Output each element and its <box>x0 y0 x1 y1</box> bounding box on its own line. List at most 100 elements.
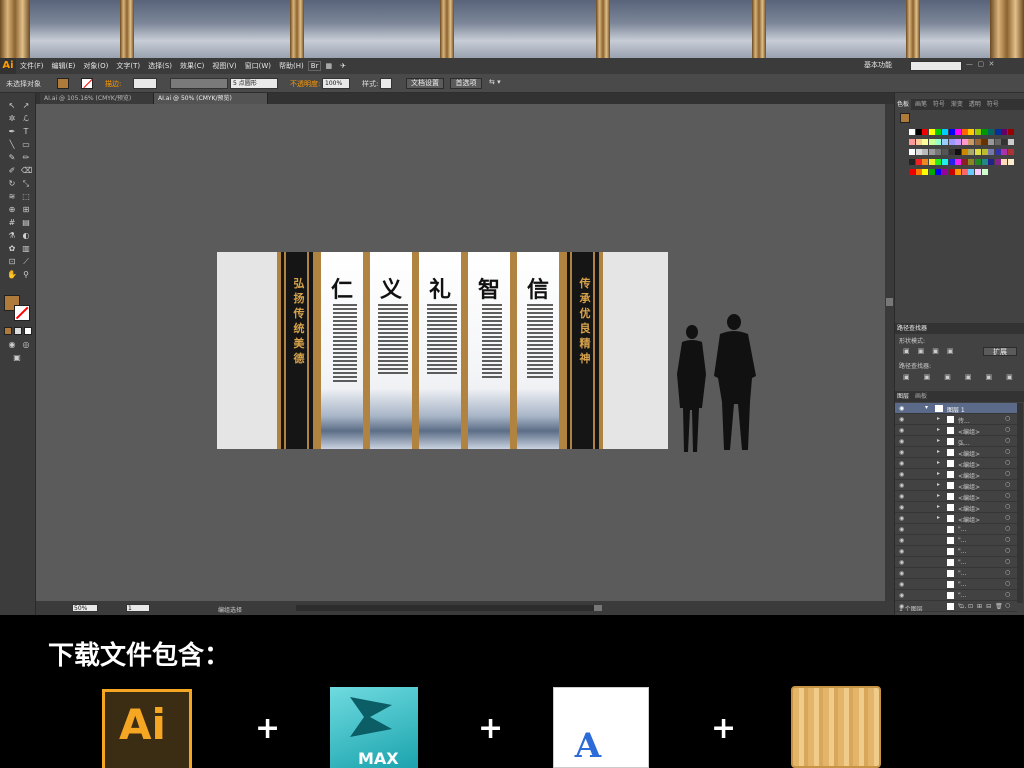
expand-arrow-icon[interactable]: ▸ <box>937 470 940 477</box>
color-swatch[interactable] <box>928 129 935 135</box>
stroke-swatch[interactable] <box>81 78 93 89</box>
color-swatch[interactable] <box>968 149 975 155</box>
menu-view[interactable]: 视图(V) <box>208 61 240 71</box>
target-circle-icon[interactable]: ○ <box>1005 459 1010 466</box>
color-swatch[interactable] <box>922 159 929 165</box>
color-swatch[interactable] <box>975 149 981 155</box>
workspace-switcher[interactable]: 基本功能 <box>864 60 892 70</box>
layer-row[interactable]: ◉ ▸ <编组> ○ <box>895 458 1017 469</box>
perspective-grid-icon[interactable]: ⊞ <box>21 205 31 215</box>
visibility-eye-icon[interactable]: ◉ <box>899 427 904 434</box>
pen-tool-icon[interactable]: ✒ <box>7 127 17 137</box>
visibility-eye-icon[interactable]: ◉ <box>899 405 904 412</box>
gpu-icon[interactable]: ✈ <box>336 62 350 70</box>
tab-artboards[interactable]: 画板 <box>913 391 929 402</box>
tab-layers[interactable]: 图层 <box>895 391 911 402</box>
color-swatch[interactable] <box>915 159 922 165</box>
color-swatch[interactable] <box>961 129 968 135</box>
color-swatch[interactable] <box>935 139 942 145</box>
expand-arrow-icon[interactable]: ▸ <box>937 514 940 521</box>
opacity-label[interactable]: 不透明度: <box>290 79 320 90</box>
color-swatch[interactable] <box>935 159 942 165</box>
color-swatch[interactable] <box>955 149 962 155</box>
visibility-eye-icon[interactable]: ◉ <box>899 482 904 489</box>
visibility-eye-icon[interactable]: ◉ <box>899 438 904 445</box>
layer-row[interactable]: ◉ "... ○ <box>895 601 1017 612</box>
screen-mode-icon[interactable]: ▣ <box>12 353 22 363</box>
layer-row[interactable]: ◉ ▸ 弘... ○ <box>895 436 1017 447</box>
color-swatch[interactable] <box>1008 129 1014 135</box>
symbol-sprayer-icon[interactable]: ✿ <box>7 244 17 254</box>
color-swatch[interactable] <box>1001 129 1008 135</box>
color-swatch[interactable] <box>961 139 968 145</box>
layer-row[interactable]: ◉ ▸ <编组> ○ <box>895 513 1017 524</box>
target-circle-icon[interactable]: ○ <box>1005 503 1010 510</box>
color-mode-icon[interactable] <box>4 327 12 335</box>
artboard-tool-icon[interactable]: ⊡ <box>7 257 17 267</box>
color-swatch[interactable] <box>915 169 922 175</box>
tab-transparency[interactable]: 透明 <box>967 99 983 110</box>
color-swatch[interactable] <box>928 169 935 175</box>
shape-mode-icons[interactable]: ▣▣▣▣ <box>903 347 961 355</box>
zoom-tool-icon[interactable]: ⚲ <box>21 270 31 280</box>
stroke-color-box[interactable] <box>14 305 30 321</box>
color-swatch[interactable] <box>981 159 988 165</box>
expand-arrow-icon[interactable]: ▸ <box>937 481 940 488</box>
color-swatch[interactable] <box>915 149 922 155</box>
opacity-input[interactable]: 100% <box>322 78 350 89</box>
layer-row[interactable]: ◉ "... ○ <box>895 557 1017 568</box>
free-transform-icon[interactable]: ⬚ <box>21 192 31 202</box>
canvas-area[interactable]: 弘扬传统美德 仁 义 礼 智 信 传承优良精神 <box>36 104 885 601</box>
color-swatch[interactable] <box>968 129 975 135</box>
color-swatch[interactable] <box>909 139 915 145</box>
layer-row[interactable]: ◉ ▸ 传... ○ <box>895 414 1017 425</box>
visibility-eye-icon[interactable]: ◉ <box>899 603 904 610</box>
color-swatch[interactable] <box>968 139 975 145</box>
line-tool-icon[interactable]: ╲ <box>7 140 17 150</box>
tab-document-1[interactable]: AI.ai @ 105.16% (CMYK/预览) <box>40 93 154 104</box>
color-swatch[interactable] <box>994 159 1001 165</box>
menu-help[interactable]: 帮助(H) <box>275 61 308 71</box>
pathfinder-title[interactable]: 路径查找器 <box>895 323 929 334</box>
layer-row[interactable]: ◉ "... ○ <box>895 535 1017 546</box>
shape-builder-icon[interactable]: ⊕ <box>7 205 17 215</box>
color-swatch[interactable] <box>961 149 968 155</box>
color-swatch[interactable] <box>1008 159 1014 165</box>
visibility-eye-icon[interactable]: ◉ <box>899 471 904 478</box>
color-swatch[interactable] <box>975 159 981 165</box>
color-swatch[interactable] <box>942 129 948 135</box>
target-circle-icon[interactable]: ○ <box>1005 448 1010 455</box>
layer-row[interactable]: ◉ ▸ <编组> ○ <box>895 425 1017 436</box>
color-swatch[interactable] <box>909 129 915 135</box>
color-swatch[interactable] <box>922 139 929 145</box>
color-swatch[interactable] <box>981 169 988 175</box>
color-swatch[interactable] <box>994 129 1001 135</box>
variable-width-select[interactable] <box>170 78 228 89</box>
color-swatch[interactable] <box>942 159 948 165</box>
color-swatch[interactable] <box>968 169 975 175</box>
selection-tool-icon[interactable]: ↖ <box>7 101 17 111</box>
color-swatch[interactable] <box>922 169 929 175</box>
visibility-eye-icon[interactable]: ◉ <box>899 504 904 511</box>
visibility-eye-icon[interactable]: ◉ <box>899 526 904 533</box>
color-swatch[interactable] <box>1008 139 1014 145</box>
paintbrush-icon[interactable]: ✎ <box>7 153 17 163</box>
menu-select[interactable]: 选择(S) <box>144 61 176 71</box>
color-swatch[interactable] <box>975 129 981 135</box>
visibility-eye-icon[interactable]: ◉ <box>899 493 904 500</box>
vertical-scrollbar[interactable] <box>885 104 894 601</box>
color-swatch[interactable] <box>955 129 962 135</box>
target-circle-icon[interactable]: ○ <box>1005 558 1010 565</box>
color-swatch[interactable] <box>928 159 935 165</box>
scroll-thumb[interactable] <box>886 298 893 306</box>
eraser-icon[interactable]: ⌫ <box>21 166 32 176</box>
color-swatch[interactable] <box>935 129 942 135</box>
color-swatch[interactable] <box>942 149 948 155</box>
visibility-eye-icon[interactable]: ◉ <box>899 592 904 599</box>
none-mode-icon[interactable] <box>24 327 32 335</box>
active-fill-swatch[interactable] <box>900 113 910 123</box>
target-circle-icon[interactable]: ○ <box>1005 415 1010 422</box>
color-swatch[interactable] <box>948 159 955 165</box>
expand-button[interactable]: 扩展 <box>983 347 1017 356</box>
draw-behind-icon[interactable]: ◎ <box>21 340 31 350</box>
